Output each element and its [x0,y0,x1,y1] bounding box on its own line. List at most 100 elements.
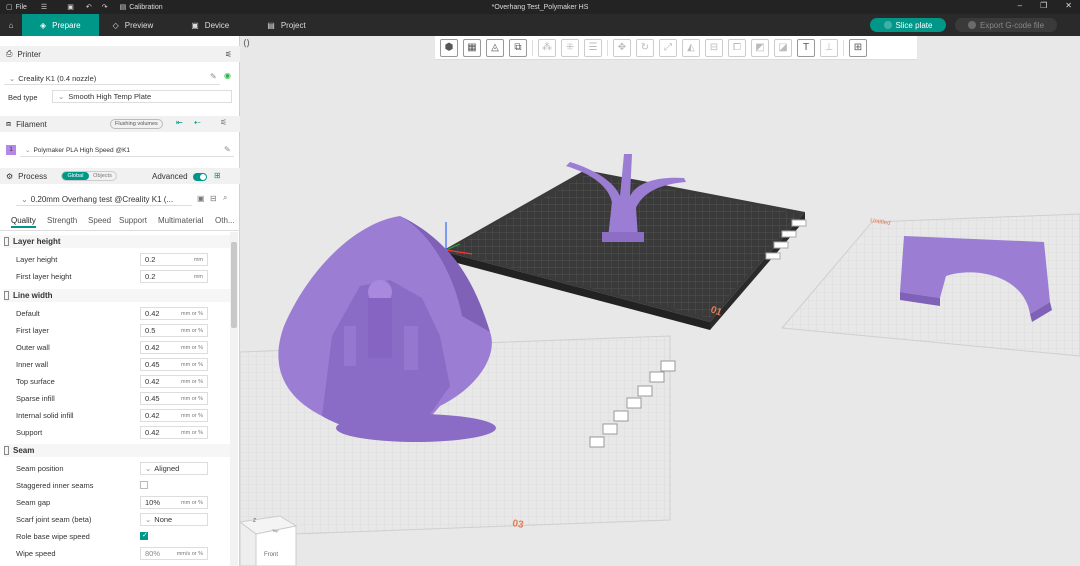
compare-icon[interactable]: ⊞ [214,171,221,180]
top-surface-width-input[interactable]: 0.42 mm or % [140,375,208,388]
first-layer-height-input[interactable]: 0.2 mm [140,270,208,283]
menu-icon[interactable]: ☰ [41,3,47,11]
split-parts-icon[interactable]: ⁜ [561,38,579,57]
wipe-speed-input[interactable]: 80% mm/s or % [140,547,208,560]
collapse-sidebar-icon[interactable]: ⟨⟩ [243,38,250,49]
tab-project[interactable]: ▤ Project [253,14,319,36]
advanced-switch[interactable] [193,173,207,181]
settings-scrollbar[interactable] [230,232,238,566]
tab-speed[interactable]: Speed [88,216,111,225]
seam-gap-input[interactable]: 10% mm or % [140,496,208,509]
tab-prepare[interactable]: ◈ Prepare [22,14,99,36]
inner-wall-width-input[interactable]: 0.45 mm or % [140,358,208,371]
staggered-inner-seams-checkbox[interactable] [140,481,148,489]
chevron-down-icon: ⌄ [25,147,31,154]
home-button[interactable]: ⌂ [0,14,22,36]
layer-height-input[interactable]: 0.2 mm [140,253,208,266]
lay-on-face-icon[interactable]: ◭ [682,38,700,57]
toggle-global[interactable]: Global [62,172,89,180]
scale-icon[interactable]: ⤢ [659,38,677,57]
save-icon[interactable]: ▣ [67,3,74,11]
assembly-view-icon[interactable]: ⊞ [849,38,867,57]
tab-preview[interactable]: ◇ Preview [99,14,168,36]
process-icon: ⚙ [6,171,14,181]
split-objects-icon[interactable]: ⁂ [538,38,556,57]
measure-icon[interactable]: ⊥ [820,38,838,57]
view-cube[interactable]: Front Top Z [240,515,298,566]
tab-quality[interactable]: Quality [11,216,36,228]
setting-wipe-speed: Wipe speed 80% mm/s or % [0,545,228,562]
export-gcode-button[interactable]: Export G-code file [955,18,1057,32]
undo-icon[interactable]: ↶ [86,3,92,11]
settings-icon[interactable]: ⚟ [225,50,232,59]
file-menu[interactable]: ▢ File [6,3,27,12]
scarf-joint-select[interactable]: ⌄ None [140,513,208,526]
printer-select[interactable]: ⌄ Creality K1 (0.4 nozzle) [4,72,220,85]
edit-icon[interactable]: ✎ [224,145,231,154]
default-width-input[interactable]: 0.42 mm or % [140,307,208,320]
setting-scarf-joint-seam: Scarf joint seam (beta) ⌄ None [0,511,228,528]
wifi-icon[interactable]: ◉ [224,71,231,80]
text-tool-icon[interactable]: T [797,38,815,57]
tab-others[interactable]: Oth... [215,216,235,225]
role-base-wipe-speed-checkbox[interactable] [140,531,148,540]
outer-wall-width-input[interactable]: 0.42 mm or % [140,341,208,354]
support-paint-icon[interactable]: ◩ [751,38,769,57]
redo-icon[interactable]: ↷ [102,3,108,11]
tab-multimaterial[interactable]: Multimaterial [158,216,203,225]
add-object-icon[interactable]: ⬢ [440,38,458,57]
bed-type-select[interactable]: ⌄ Smooth High Temp Plate [52,90,232,103]
tab-support[interactable]: Support [119,216,147,225]
setting-top-surface-width: Top surface 0.42 mm or % [0,373,228,390]
search-icon[interactable]: ⌕ [223,193,227,203]
setting-first-layer-width: First layer 0.5 mm or % [0,322,228,339]
arrange-icon[interactable]: ⧉ [509,38,527,57]
edit-icon[interactable]: ✎ [210,72,217,81]
chevron-down-icon: ⌄ [58,92,65,101]
bed-type-label: Bed type [8,93,38,102]
support-width-input[interactable]: 0.42 mm or % [140,426,208,439]
group-icon [4,237,9,246]
sparse-infill-width-input[interactable]: 0.45 mm or % [140,392,208,405]
add-filament-icon[interactable]: ⇤ [176,118,183,127]
add-plate-icon[interactable]: ▦ [463,38,481,57]
scrollbar-thumb[interactable] [231,242,237,328]
tab-strength[interactable]: Strength [47,216,77,225]
group-icon [4,446,9,455]
printer-section-header[interactable]: ⎙ Printer ⚟ [0,46,240,62]
filament-settings-icon[interactable]: ⚟ [220,118,227,127]
plate-label-03: 03 [511,518,524,531]
divider [0,230,240,231]
minimize-icon[interactable]: – [1018,1,1022,10]
group-icon [4,291,9,300]
maximize-icon[interactable]: ❐ [1040,1,1047,10]
remove-filament-icon[interactable]: ⇠ [194,118,201,127]
first-layer-width-input[interactable]: 0.5 mm or % [140,324,208,337]
delete-preset-icon[interactable]: ⊟ [210,194,217,203]
seam-paint-icon[interactable]: ◪ [774,38,792,57]
internal-solid-infill-width-input[interactable]: 0.42 mm or % [140,409,208,422]
file-icon: ▢ [6,4,13,11]
layers-icon[interactable]: ☰ [584,38,602,57]
toggle-objects[interactable]: Objects [89,172,116,180]
slice-plate-button[interactable]: Slice plate [870,18,946,32]
auto-orient-icon[interactable]: ◬ [486,38,504,57]
seam-position-select[interactable]: ⌄ Aligned [140,462,208,475]
filament-select[interactable]: ⌄ Polymaker PLA High Speed @K1 [20,144,234,157]
boolean-icon[interactable]: ⧠ [728,38,746,57]
setting-default-width: Default 0.42 mm or % [0,305,228,322]
calibration-menu[interactable]: ▤ Calibration [120,3,163,12]
tab-device[interactable]: ▣ Device [177,14,243,36]
flushing-volumes-button[interactable]: Flushing volumes [110,119,163,129]
setting-inner-wall-width: Inner wall 0.45 mm or % [0,356,228,373]
3d-viewport[interactable]: 01 03 Untitled Front Top Z [240,36,1080,566]
move-icon[interactable]: ✥ [613,38,631,57]
process-profile-select[interactable]: ⌄ 0.20mm Overhang test @Creality K1 (... [16,193,192,206]
setting-sparse-infill-width: Sparse infill 0.45 mm or % [0,390,228,407]
close-icon[interactable]: ✕ [1065,1,1072,10]
rotate-icon[interactable]: ↻ [636,38,654,57]
global-objects-toggle[interactable]: Global Objects [61,171,117,181]
printer-icon: ⎙ [6,49,13,58]
cut-icon[interactable]: ⊟ [705,38,723,57]
save-preset-icon[interactable]: ▣ [197,194,205,203]
